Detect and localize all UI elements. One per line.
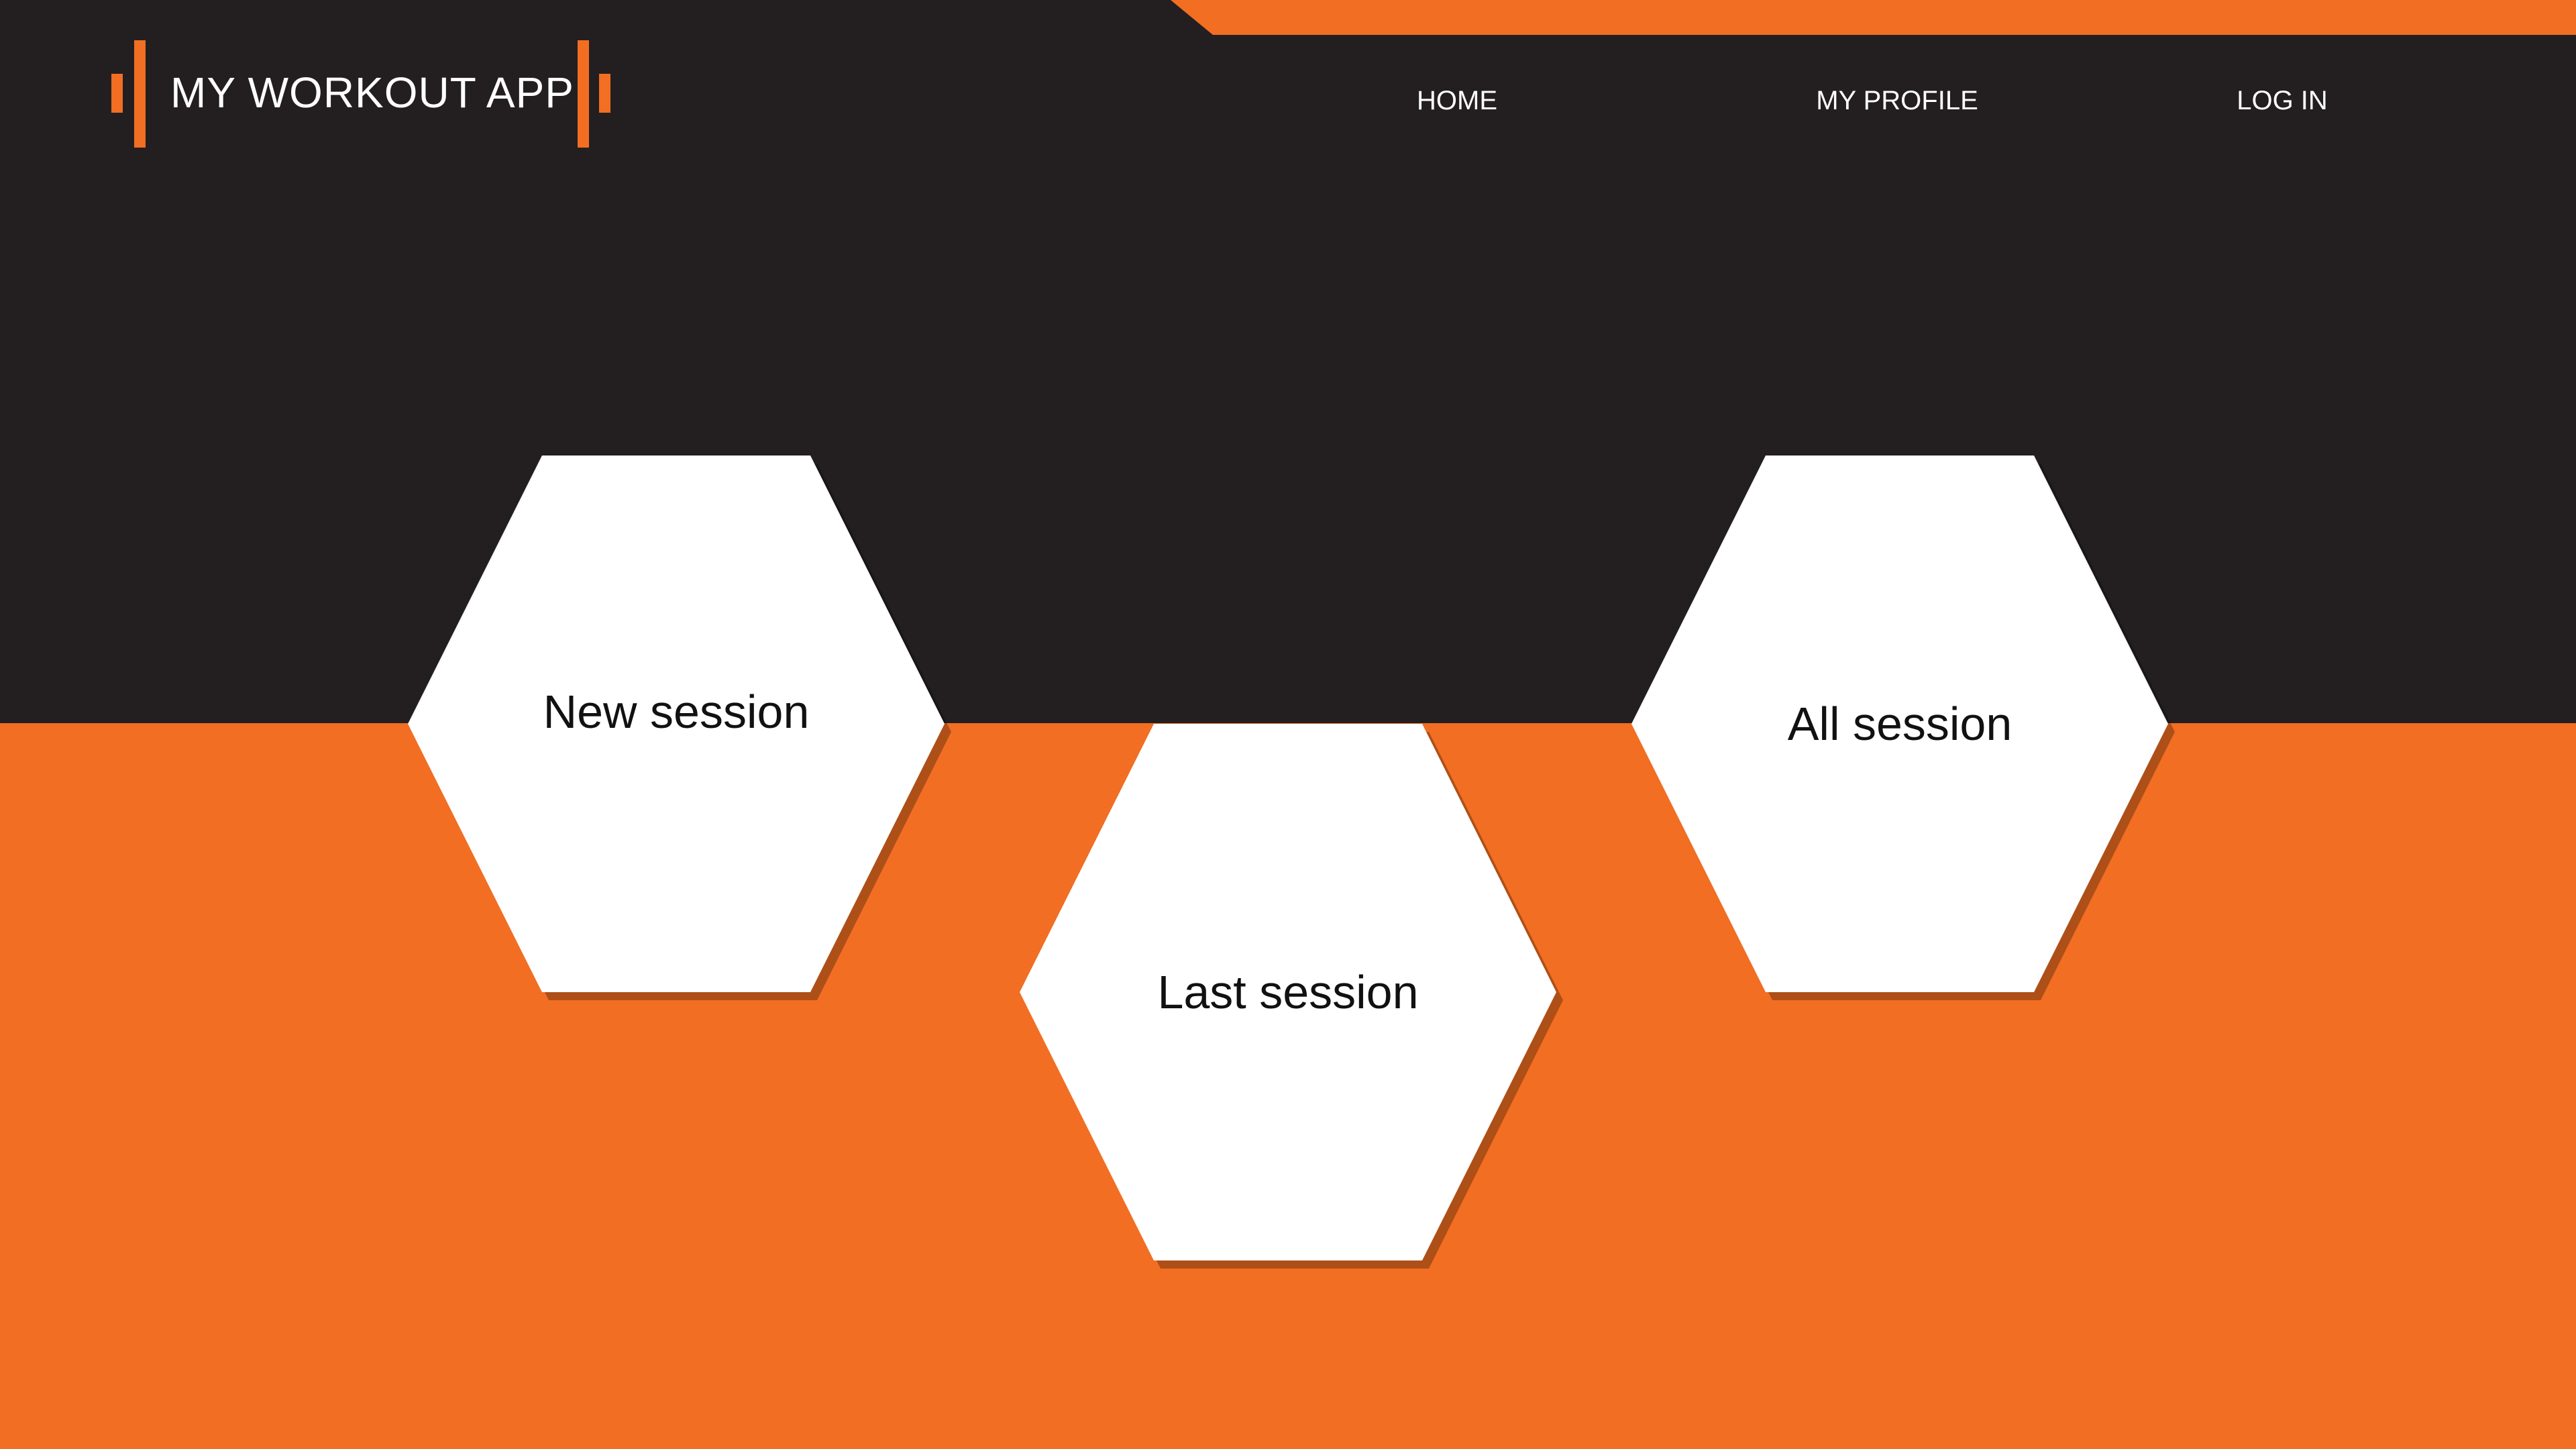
all-session-label: All session — [1787, 698, 2012, 750]
last-session-tile[interactable]: Last session — [1020, 724, 1563, 1269]
accent-strip — [1171, 0, 2576, 35]
nav-home-link[interactable]: HOME — [1417, 85, 1497, 117]
logo-dumbbell-right-bar-icon — [578, 40, 589, 148]
all-session-tile[interactable]: All session — [1631, 455, 2175, 1000]
nav-my-profile-link[interactable]: MY PROFILE — [1816, 85, 1978, 117]
app-logo[interactable]: MY WORKOUT APP — [107, 39, 617, 150]
logo-dumbbell-left-plate-icon — [111, 74, 123, 113]
nav-log-in-link[interactable]: LOG IN — [2237, 85, 2328, 117]
new-session-label: New session — [543, 686, 810, 738]
new-session-tile[interactable]: New session — [408, 455, 951, 1000]
app-screen: MY WORKOUT APP HOME MY PROFILE LOG IN Ne… — [0, 0, 2576, 1449]
last-session-label: Last session — [1157, 966, 1419, 1018]
app-title: MY WORKOUT APP — [170, 68, 574, 117]
logo-dumbbell-right-plate-icon — [599, 74, 610, 113]
logo-dumbbell-left-bar-icon — [134, 40, 146, 148]
